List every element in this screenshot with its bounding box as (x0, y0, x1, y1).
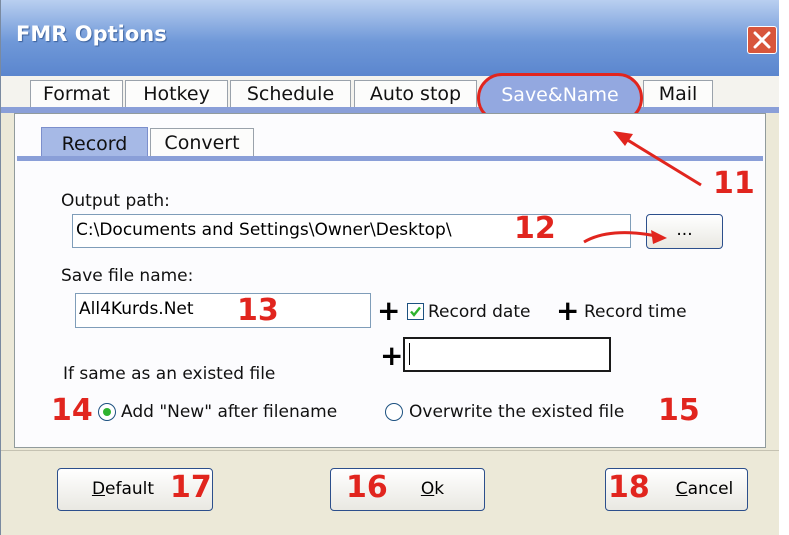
annotation-18: 18 (608, 470, 650, 505)
annotation-16: 16 (346, 470, 388, 505)
annotation-15: 15 (658, 393, 700, 428)
annotation-14: 14 (51, 393, 93, 428)
annotation-13: 13 (237, 293, 279, 328)
annotation-11: 11 (713, 166, 755, 201)
annotation-17: 17 (170, 470, 212, 505)
annotation-arrows (583, 131, 702, 244)
options-dialog: FMR Options Format Hotkey Schedule Auto … (0, 0, 779, 535)
annotation-12: 12 (514, 211, 556, 246)
